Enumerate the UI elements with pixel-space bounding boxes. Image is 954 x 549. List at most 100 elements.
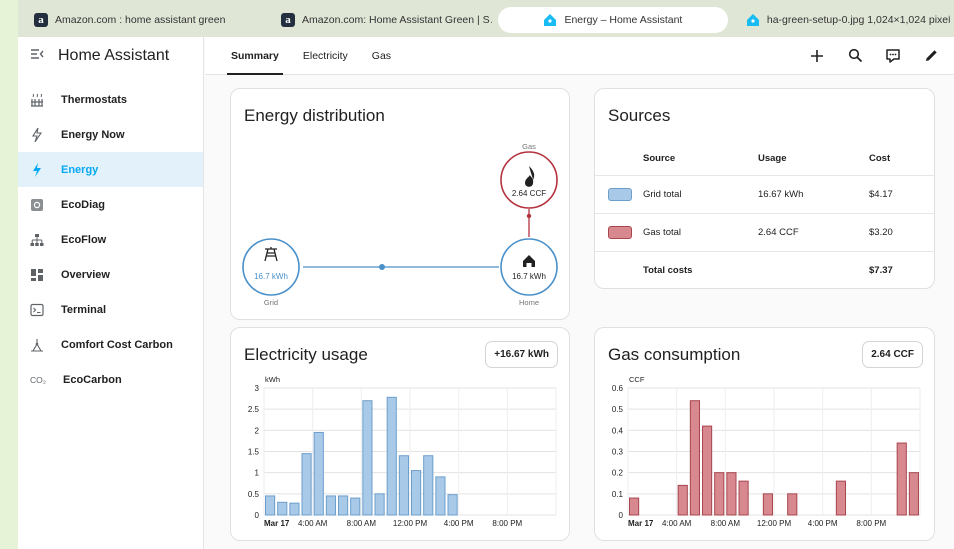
x-tick-label: Mar 17: [264, 519, 290, 528]
home-assistant-icon: [543, 13, 557, 27]
x-tick-label: 4:00 PM: [808, 519, 838, 528]
sidebar-item-label: Overview: [61, 268, 110, 281]
sidebar-item-energy[interactable]: Energy: [18, 152, 203, 187]
sidebar-item-comfort-cost-carbon[interactable]: Comfort Cost Carbon: [18, 327, 203, 362]
sidebar-item-energy-now[interactable]: Energy Now: [18, 117, 203, 152]
sidebar-item-label: Energy: [61, 163, 99, 176]
browser-tab-title: Energy – Home Assistant: [564, 13, 683, 26]
add-icon[interactable]: [808, 47, 826, 65]
source-name: Gas total: [643, 227, 682, 238]
gas-bar: [702, 425, 713, 516]
card-title: Sources: [608, 106, 671, 125]
assist-chat-icon[interactable]: [884, 47, 902, 65]
total-row: Total costs $7.37: [595, 251, 934, 289]
electricity-bar: [301, 453, 312, 516]
tab-label: Gas: [371, 49, 392, 62]
gas-bar: [908, 472, 920, 516]
source-cost: $3.20: [869, 227, 893, 238]
source-name: Grid total: [643, 189, 682, 200]
y-tick-label: 0.5: [248, 490, 260, 499]
distribution-diagram: Gas 2.64 CCF 16.7 kWh Grid 16.7 kWh Home: [242, 142, 558, 307]
x-tick-label: 8:00 PM: [856, 519, 886, 528]
electricity-bar: [277, 501, 288, 516]
y-tick-label: 0.4: [612, 426, 624, 435]
electricity-bar: [411, 470, 422, 516]
sidebar-item-ecoflow[interactable]: EcoFlow: [18, 222, 203, 257]
x-tick-label: 4:00 AM: [662, 519, 692, 528]
browser-tab-2[interactable]: a Amazon.com: Home Assistant Green | S…: [262, 7, 492, 33]
co2-icon: CO₂: [29, 374, 47, 385]
column-header: Usage: [758, 152, 787, 164]
total-label: Total costs: [643, 265, 693, 276]
tab-electricity[interactable]: Electricity: [291, 37, 360, 75]
electricity-usage-card: Electricity usage +16.67 kWh kWh 0 0.5 1 1.5…: [230, 327, 570, 541]
y-axis-unit-label: CCF: [629, 375, 645, 384]
flow-dot: [379, 264, 385, 270]
browser-tab-3[interactable]: Energy – Home Assistant: [497, 6, 728, 33]
edit-pencil-icon[interactable]: [922, 47, 940, 65]
browser-tab-4[interactable]: ha-green-setup-0.jpg 1,024×1,024 pixels: [734, 7, 950, 33]
y-tick-label: 0.2: [612, 469, 624, 478]
y-axis-unit-label: kWh: [265, 375, 280, 384]
dashboard-icon: [30, 268, 44, 282]
tab-gas[interactable]: Gas: [360, 37, 403, 75]
tab-summary[interactable]: Summary: [219, 37, 291, 75]
grid-node-value: 16.7 kWh: [254, 272, 288, 281]
amazon-icon: a: [34, 12, 48, 27]
sidebar: Home Assistant Thermostats Energy Now En…: [18, 37, 204, 549]
sources-header-row: Source Usage Cost: [595, 139, 934, 177]
electricity-chart: kWh 0 0.5 1 1.5 2 2.5 3 Mar 17 4:00 AM 8:00 AM 12:0…: [248, 375, 557, 528]
electricity-bar: [374, 493, 385, 516]
sidebar-item-label: Comfort Cost Carbon: [61, 338, 173, 351]
tab-label: Summary: [231, 49, 279, 62]
gas-bar: [787, 493, 798, 516]
sidebar-item-overview[interactable]: Overview: [18, 257, 203, 292]
lightning-icon: [30, 162, 44, 177]
sidebar-item-label: EcoFlow: [61, 233, 107, 246]
amazon-icon: a: [280, 12, 295, 27]
gas-bar: [738, 480, 749, 516]
meter-icon: [30, 338, 44, 352]
sources-card: Sources Source Usage Cost Grid total 16.…: [594, 88, 935, 289]
gas-bar: [689, 400, 701, 516]
gas-bar: [629, 497, 640, 516]
x-tick-label: 8:00 AM: [711, 519, 741, 528]
y-tick-label: 0.3: [612, 448, 624, 457]
menu-collapse-icon[interactable]: [30, 47, 44, 65]
home-assistant-icon: [746, 13, 760, 27]
x-tick-label: 4:00 PM: [444, 519, 474, 528]
browser-tab-strip: a Amazon.com : home assistant green a Am…: [18, 0, 954, 37]
sidebar-item-ecodiag[interactable]: EcoDiag: [18, 187, 203, 222]
x-tick-label: 12:00 PM: [393, 519, 428, 528]
gas-node-value: 2.64 CCF: [512, 189, 546, 198]
electricity-bar: [435, 476, 446, 516]
electricity-bar: [386, 396, 397, 516]
x-tick-label: Mar 17: [628, 519, 654, 528]
source-usage: 16.67 kWh: [758, 189, 804, 200]
home-node-value: 16.7 kWh: [512, 272, 546, 281]
sidebar-item-label: Thermostats: [61, 93, 128, 106]
sidebar-item-thermostats[interactable]: Thermostats: [18, 82, 203, 117]
electricity-bar: [338, 495, 349, 516]
sidebar-item-label: Energy Now: [61, 128, 125, 141]
thermostat-icon: [30, 93, 44, 107]
search-icon[interactable]: [846, 47, 864, 65]
home-node[interactable]: [500, 238, 558, 296]
y-tick-label: 0.6: [612, 384, 624, 393]
electricity-bar: [447, 494, 458, 516]
sidebar-item-terminal[interactable]: Terminal: [18, 292, 203, 327]
gas-chart: CCF 0 0.1 0.2 0.3 0.4 0.5 0.6 Mar 17 4:00 AM 8:00 …: [612, 375, 921, 528]
column-header: Source: [643, 152, 676, 164]
home-node-label: Home: [519, 298, 539, 307]
electricity-bar: [289, 502, 300, 516]
y-tick-label: 3: [255, 384, 260, 393]
y-tick-label: 2.5: [248, 405, 260, 414]
grid-color-swatch: [608, 188, 632, 201]
lightning-icon: [30, 127, 44, 142]
browser-tab-1[interactable]: a Amazon.com : home assistant green: [22, 7, 256, 33]
flow-dot: [526, 213, 532, 219]
gas-bar: [762, 493, 773, 516]
sidebar-item-ecocarbon[interactable]: CO₂ EcoCarbon: [18, 362, 203, 397]
grid-node-label: Grid: [264, 298, 278, 307]
sidebar-header: Home Assistant: [18, 37, 203, 75]
